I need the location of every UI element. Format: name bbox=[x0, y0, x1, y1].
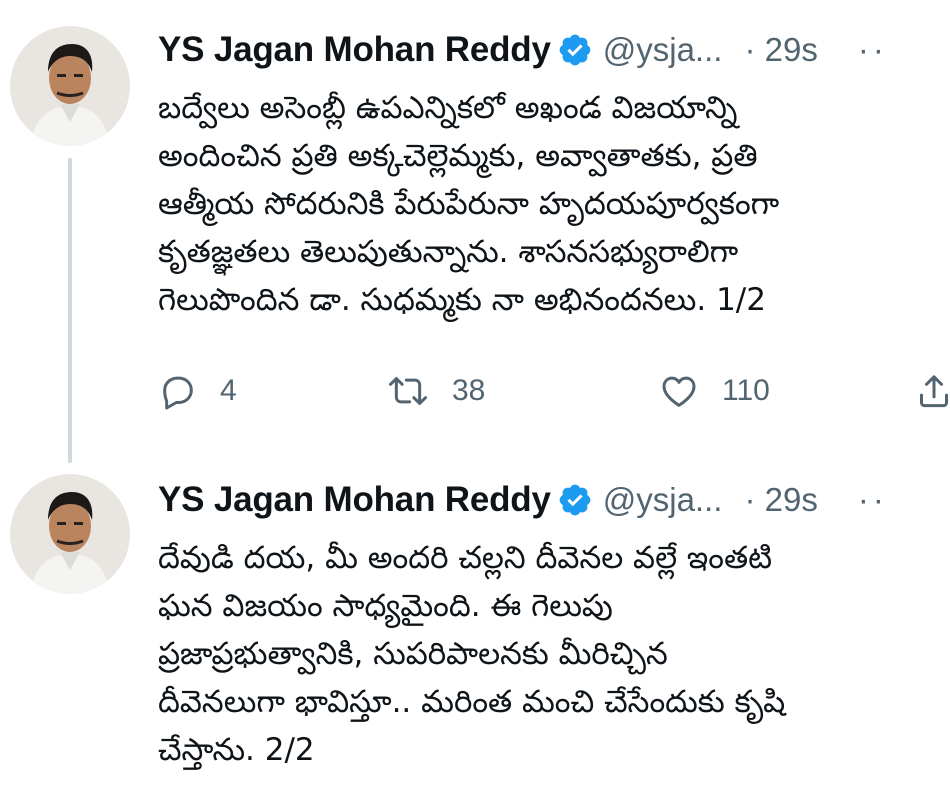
tweet-text-line: చేస్తాను. 2/2 bbox=[158, 732, 315, 768]
share-icon bbox=[920, 375, 948, 408]
author-name[interactable]: YS Jagan Mohan Reddy bbox=[158, 30, 551, 70]
reply-count: 4 bbox=[220, 374, 237, 407]
retweet-count: 38 bbox=[452, 374, 486, 407]
tweet-text-line: ఆత్మీయ సోదరునికి పేరుపేరునా హృదయపూర్వకంగ… bbox=[158, 186, 780, 222]
tweet-text: బద్వేలు అసెంబ్లీ ఉపఎన్నికలో అఖండ విజయాన్… bbox=[158, 84, 950, 324]
like-button[interactable]: 110 bbox=[658, 366, 770, 416]
tweet-timestamp[interactable]: · 29s bbox=[744, 481, 817, 519]
retweet-icon bbox=[389, 377, 427, 405]
reply-button[interactable]: 4 bbox=[158, 366, 237, 416]
tweet-text-line: బద్వేలు అసెంబ్లీ ఉపఎన్నికలో అఖండ విజయాన్… bbox=[158, 90, 738, 126]
tweet-text: దేవుడి దయ, మీ అందరి చల్లని దీవెనల వల్లే … bbox=[158, 534, 950, 774]
tweet-1[interactable]: YS Jagan Mohan Reddy @ysja... · 29s ·· బ… bbox=[0, 0, 950, 470]
verified-badge-icon bbox=[557, 482, 593, 518]
author-name[interactable]: YS Jagan Mohan Reddy bbox=[158, 480, 551, 520]
tweet-2[interactable]: YS Jagan Mohan Reddy @ysja... · 29s ·· ద… bbox=[0, 470, 950, 800]
tweet-text-line: ఘన విజయం సాధ్యమైంది. ఈ గెలుపు bbox=[158, 588, 613, 624]
tweet-text-line: దేవుడి దయ, మీ అందరి చల్లని దీవెనల వల్లే … bbox=[158, 540, 773, 576]
author-handle[interactable]: @ysja... bbox=[603, 31, 723, 69]
like-count: 110 bbox=[722, 374, 770, 407]
avatar-image bbox=[10, 26, 130, 146]
reply-icon bbox=[163, 376, 193, 410]
tweet-header: YS Jagan Mohan Reddy @ysja... · 29s ·· bbox=[158, 478, 950, 522]
retweet-button[interactable]: 38 bbox=[386, 366, 485, 416]
tweet-actions: 4 38 110 bbox=[158, 366, 950, 416]
avatar[interactable] bbox=[10, 474, 130, 594]
tweet-text-line: గెలుపొందిన డా. సుధమ్మకు నా అభినందనలు. 1/… bbox=[158, 282, 766, 318]
more-options-icon[interactable]: ·· bbox=[858, 481, 888, 519]
tweet-timestamp[interactable]: · 29s bbox=[744, 31, 817, 69]
more-options-icon[interactable]: ·· bbox=[858, 31, 888, 69]
share-button[interactable] bbox=[914, 366, 950, 416]
avatar-image bbox=[10, 474, 130, 594]
tweet-text-line: దీవెనలుగా భావిస్తూ.. మరింత మంచి చేసేందుక… bbox=[158, 684, 786, 720]
tweet-text-line: కృతజ్ఞతలు తెలుపుతున్నాను. శాసనసభ్యురాలిగ… bbox=[158, 234, 739, 270]
tweet-header: YS Jagan Mohan Reddy @ysja... · 29s ·· bbox=[158, 28, 950, 72]
verified-badge-icon bbox=[557, 32, 593, 68]
like-icon bbox=[662, 376, 696, 407]
tweet-text-line: అందించిన ప్రతి అక్కచెల్లెమ్మకు, అవ్వాతాత… bbox=[158, 138, 758, 174]
author-handle[interactable]: @ysja... bbox=[603, 481, 723, 519]
tweet-text-line: ప్రజాప్రభుత్వానికి, సుపరిపాలనకు మీరిచ్చి… bbox=[158, 636, 668, 672]
avatar[interactable] bbox=[10, 26, 130, 146]
tweet-thread: YS Jagan Mohan Reddy @ysja... · 29s ·· బ… bbox=[0, 0, 950, 800]
